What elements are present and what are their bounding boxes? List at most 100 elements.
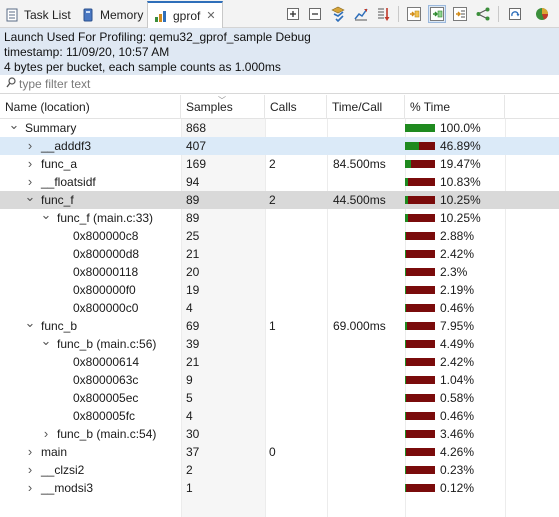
percent-bar-fill [405,160,411,168]
name-cell: › func_b (main.c:54) [0,425,180,443]
percent-bar-fill [405,394,406,402]
percent-bar [405,124,435,132]
sort-icon[interactable] [374,5,392,23]
view-by-function-icon[interactable] [428,5,446,23]
table-row[interactable]: 0x80000614 21 2.42% [0,353,559,371]
export-chart-icon[interactable] [352,5,370,23]
table-row[interactable]: 0x800005ec 5 0.58% [0,389,559,407]
column-header-percent-time[interactable]: % Time [405,95,505,119]
time-per-call-cell [333,263,405,281]
percent-bar [405,142,435,150]
chevron-down-icon[interactable]: ⌄ [24,317,36,335]
chevron-right-icon[interactable]: › [40,425,52,443]
table-row[interactable]: › func_b (main.c:54) 30 3.46% [0,425,559,443]
percent-bar [405,232,435,240]
chevron-right-icon[interactable]: › [24,461,36,479]
table-row[interactable]: 0x800000d8 21 2.42% [0,245,559,263]
tab-memory[interactable]: Memory [81,2,143,27]
chevron-down-icon[interactable]: ⌄ [24,191,36,209]
table-row[interactable]: › __floatsidf 94 10.83% [0,173,559,191]
row-name: func_b (main.c:54) [57,427,157,441]
chevron-down-icon[interactable]: ⌄ [40,209,52,227]
column-header-calls[interactable]: Calls [265,95,327,119]
table-row[interactable]: › main 37 0 4.26% [0,443,559,461]
time-per-call-cell [333,425,405,443]
tab-task-list[interactable]: Task List [5,2,71,27]
calls-cell [269,479,327,497]
name-cell: ⌄ func_f (main.c:33) [0,209,180,227]
samples-cell: 19 [186,283,200,297]
percent-time-cell: 4.26% [405,443,505,461]
call-graph-icon[interactable] [474,5,492,23]
table-row[interactable]: 0x800000f0 19 2.19% [0,281,559,299]
close-icon[interactable]: ✕ [206,9,215,22]
chevron-right-icon[interactable]: › [24,443,36,461]
chevron-right-icon[interactable]: › [24,155,36,173]
table-row[interactable]: ⌄ func_f 89 2 44.500ms 10.25% [0,191,559,209]
tab-gprof[interactable]: gprof ✕ [147,1,223,28]
percent-text: 10.83% [440,175,481,189]
table-row[interactable]: ⌄ func_b 69 1 69.000ms 7.95% [0,317,559,335]
percent-bar [405,286,435,294]
table-row[interactable]: ⌄ Summary 868 100.0% [0,119,559,137]
percent-time-cell: 10.25% [405,209,505,227]
percent-text: 0.12% [440,481,475,495]
table-row[interactable]: › func_a 169 2 84.500ms 19.47% [0,155,559,173]
row-name: 0x800000d8 [73,247,140,261]
table-row[interactable]: 0x800005fc 4 0.46% [0,407,559,425]
percent-bar [405,394,435,402]
samples-cell: 1 [186,481,193,495]
table-row[interactable]: 0x800000c8 25 2.88% [0,227,559,245]
filter-icon[interactable] [329,5,347,23]
row-name: __adddf3 [41,139,92,153]
table-row[interactable]: ⌄ func_f (main.c:33) 89 10.25% [0,209,559,227]
table-row[interactable]: › __adddf3 407 46.89% [0,137,559,155]
table-row[interactable]: 0x80000118 20 2.3% [0,263,559,281]
name-cell: 0x80000118 [0,263,180,281]
samples-cell: 407 [186,139,207,153]
chevron-right-icon[interactable]: › [24,173,36,191]
percent-text: 2.19% [440,283,475,297]
samples-cell: 20 [186,265,200,279]
tab-label: Task List [24,7,71,22]
chevron-down-icon[interactable]: ⌄ [8,119,20,137]
view-by-file-icon[interactable] [405,5,423,23]
percent-time-cell: 0.46% [405,299,505,317]
samples-cell: 89 [186,211,200,225]
table-row[interactable]: › __clzsi2 2 0.23% [0,461,559,479]
calls-cell [269,137,327,155]
time-per-call-cell [333,245,405,263]
name-cell: 0x800005ec [0,389,180,407]
memory-icon [81,8,95,22]
percent-bar-fill [405,358,406,366]
percent-text: 0.58% [440,391,475,405]
column-header-time-per-call[interactable]: Time/Call [327,95,405,119]
collapse-all-icon[interactable] [306,5,324,23]
tab-label: Memory [100,7,144,22]
chart-icon[interactable] [533,5,551,23]
table-row[interactable]: 0x8000063c 9 1.04% [0,371,559,389]
table-row[interactable]: 0x800000c0 4 0.46% [0,299,559,317]
bucket-info: 4 bytes per bucket, each sample counts a… [4,60,281,74]
tab-label: gprof [173,8,201,23]
switch-sample-icon[interactable] [506,5,524,23]
chevron-right-icon[interactable]: › [24,137,36,155]
chevron-right-icon[interactable]: › [24,479,36,497]
percent-bar-fill [405,466,406,474]
percent-bar [405,466,435,474]
expand-all-icon[interactable] [284,5,302,23]
column-header-name[interactable]: Name (location) [0,95,181,119]
row-name: func_b (main.c:56) [57,337,157,351]
percent-text: 0.46% [440,409,475,423]
table-row[interactable]: ⌄ func_b (main.c:56) 39 4.49% [0,335,559,353]
row-name: 0x800005fc [73,409,136,423]
name-cell: 0x8000063c [0,371,180,389]
chevron-down-icon[interactable]: ⌄ [40,335,52,353]
view-by-line-icon[interactable] [451,5,469,23]
percent-text: 19.47% [440,157,481,171]
percent-bar [405,358,435,366]
table-row[interactable]: › __modsi3 1 0.12% [0,479,559,497]
percent-bar-fill [405,142,419,150]
percent-bar [405,322,435,330]
filter-input[interactable] [19,76,519,92]
